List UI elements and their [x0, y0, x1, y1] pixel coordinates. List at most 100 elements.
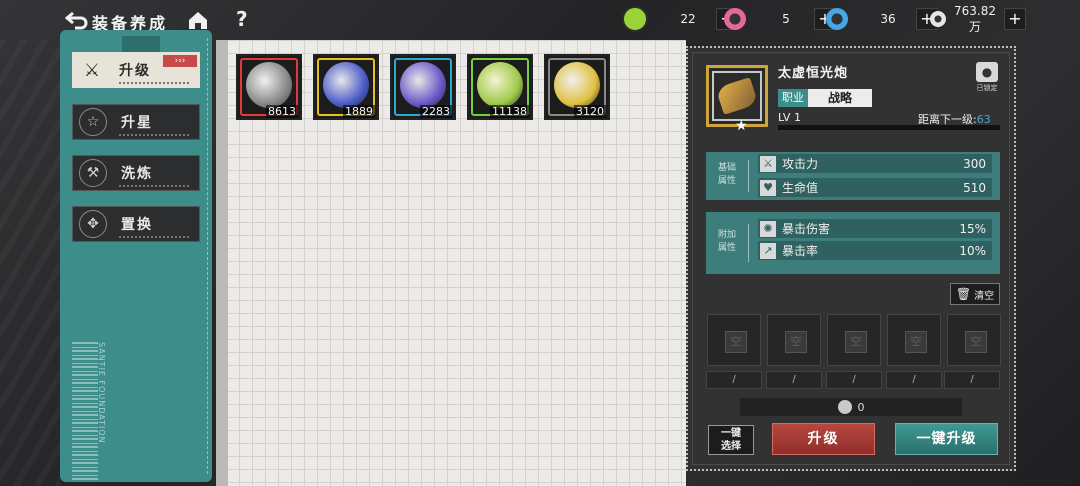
equipment-icon — [477, 62, 523, 108]
coin-icon — [930, 11, 946, 27]
upgrade-swords-icon: ⚔ — [83, 59, 101, 81]
inventory-item[interactable]: 1889 — [313, 54, 379, 120]
slot-placeholder: 空 — [905, 331, 927, 353]
home-icon[interactable] — [187, 9, 209, 31]
upgrade-button[interactable]: 升级 — [772, 423, 875, 455]
footer-brand-text: SANTIE FOUNDATION — [97, 342, 106, 444]
resource-value: 5 — [782, 12, 790, 26]
item-count: 8613 — [266, 105, 298, 118]
stat-row: ♥ 生命值 510 — [758, 178, 992, 197]
base-stats-label: 基础属性 — [717, 163, 736, 186]
extra-stats-box: 附加属性 ✺ 暴击伤害 15% ↗ 暴击率 10% — [706, 212, 1000, 274]
menu-underline — [119, 236, 189, 238]
attack-icon: ⚔ — [760, 155, 776, 172]
resource-value: 36 — [880, 12, 896, 26]
trash-icon: 🗑 — [955, 287, 972, 301]
clear-button[interactable]: 🗑 清空 — [950, 283, 1000, 305]
refine-hammer-icon: ⚒ — [79, 159, 107, 187]
blue-ring-token-icon — [826, 8, 848, 30]
back-arrow-icon[interactable] — [62, 8, 92, 32]
level-text: LV 1 — [778, 111, 801, 124]
inventory-item[interactable]: 3120 — [544, 54, 610, 120]
inventory-item[interactable]: 2283 — [390, 54, 456, 120]
base-stats-box: 基础属性 ⚔ 攻击力 300 ♥ 生命值 510 — [706, 152, 1000, 200]
slot-count: / — [886, 371, 942, 389]
slot-placeholder: 空 — [785, 331, 807, 353]
inventory-item[interactable]: 11138 — [467, 54, 533, 120]
star-icon: ☆ — [79, 108, 107, 136]
equipment-name: 太虚恒光炮 — [778, 66, 849, 81]
auto-select-button[interactable]: 一键 选择 — [708, 425, 754, 455]
add-resource-button[interactable]: + — [1004, 8, 1026, 30]
equipment-icon — [400, 62, 446, 108]
clear-label: 清空 — [974, 290, 995, 302]
auto-select-label-line2: 选择 — [721, 441, 741, 452]
active-indicator-icon: ››› — [163, 55, 197, 67]
cost-value: 0 — [857, 400, 865, 414]
divider — [748, 160, 749, 192]
stat-value: 300 — [963, 156, 986, 171]
menu-label: 升星 — [121, 115, 153, 131]
material-slot[interactable]: 空 — [707, 314, 761, 366]
xp-progress-bar — [778, 125, 1000, 130]
material-slot[interactable]: 空 — [767, 314, 821, 366]
lock-button[interactable]: ● 已锁定 — [974, 62, 1000, 96]
stat-name: 生命值 — [782, 181, 819, 195]
menu-item-upgrade[interactable]: ⚔ 升级 ››› — [72, 52, 200, 88]
stat-name: 暴击伤害 — [782, 222, 831, 236]
slot-placeholder: 空 — [965, 331, 987, 353]
extra-stats-label: 附加属性 — [717, 230, 736, 253]
heart-icon: ♥ — [760, 179, 776, 196]
stat-value: 510 — [963, 180, 986, 195]
job-value: 战略 — [808, 89, 872, 107]
resource-pink-token: 5 + — [724, 8, 836, 30]
slot-count: / — [826, 371, 882, 389]
job-tag: 职业 战略 — [778, 89, 872, 107]
resource-coins: 763.82万 + — [930, 4, 1026, 34]
menu-underline — [119, 134, 189, 136]
crit-rate-icon: ↗ — [760, 242, 776, 259]
lock-label: 已锁定 — [976, 84, 998, 92]
swap-icon: ✥ — [79, 210, 107, 238]
item-count: 3120 — [574, 105, 606, 118]
menu-underline — [119, 82, 189, 84]
cost-bar: 0 — [740, 398, 962, 416]
resource-blue-token: 36 + — [826, 8, 938, 30]
stat-row: ✺ 暴击伤害 15% — [758, 219, 992, 238]
item-count: 1889 — [343, 105, 375, 118]
selected-equipment-icon: ★ — [706, 65, 768, 134]
green-eye-token-icon — [622, 6, 648, 32]
slot-placeholder: 空 — [725, 331, 747, 353]
equipment-icon — [323, 62, 369, 108]
slot-count: / — [706, 371, 762, 389]
material-slot[interactable]: 空 — [947, 314, 1001, 366]
resource-value: 22 — [680, 12, 696, 26]
coin-icon — [837, 400, 852, 414]
stat-value: 10% — [959, 243, 986, 258]
stat-row: ⚔ 攻击力 300 — [758, 154, 992, 173]
menu-item-refine[interactable]: ⚒ 洗炼 — [72, 155, 200, 191]
resource-green-token: 22 + — [622, 6, 738, 32]
stat-value: 15% — [959, 221, 986, 236]
menu-label: 升级 — [119, 63, 151, 79]
material-slot[interactable]: 空 — [827, 314, 881, 366]
divider — [748, 224, 749, 262]
help-icon[interactable]: ? — [236, 7, 248, 31]
item-count: 2283 — [420, 105, 452, 118]
menu-label: 置换 — [121, 217, 153, 233]
equipment-icon — [246, 62, 292, 108]
stat-row: ↗ 暴击率 10% — [758, 241, 992, 260]
slot-placeholder: 空 — [845, 331, 867, 353]
material-slot[interactable]: 空 — [887, 314, 941, 366]
inventory-item[interactable]: 8613 — [236, 54, 302, 120]
stat-name: 攻击力 — [782, 157, 819, 171]
lock-icon: ● — [976, 62, 998, 82]
item-count: 11138 — [490, 105, 529, 118]
menu-label: 洗炼 — [121, 166, 153, 182]
menu-item-star-up[interactable]: ☆ 升星 — [72, 104, 200, 140]
menu-underline — [119, 185, 189, 187]
menu-item-swap[interactable]: ✥ 置换 — [72, 206, 200, 242]
upgrade-all-button[interactable]: 一键升级 — [895, 423, 998, 455]
crit-damage-icon: ✺ — [760, 220, 776, 237]
slot-count: / — [766, 371, 822, 389]
